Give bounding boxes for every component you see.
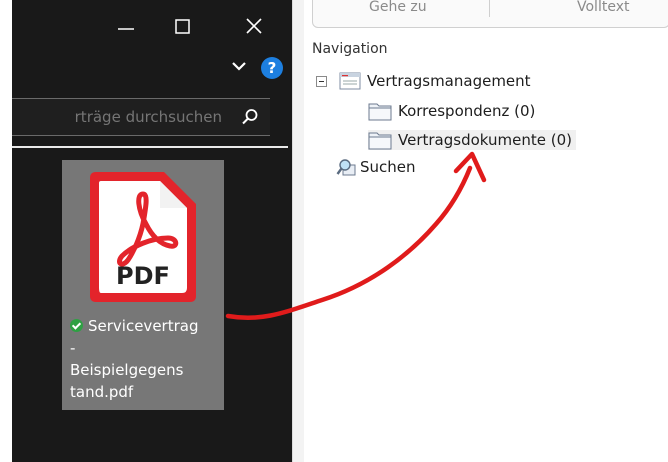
minimize-button[interactable]	[112, 10, 142, 40]
tree-item-label: Vertragsdokumente (0)	[398, 131, 572, 149]
tree-item-label: Vertragsmanagement	[367, 72, 531, 90]
minimize-icon	[118, 28, 134, 30]
file-item-selected[interactable]: PDF Servicevertrag - Beispielgegens tand…	[62, 160, 224, 410]
tab-divider	[489, 0, 490, 17]
tree-item-vertragsmanagement[interactable]: Vertragsmanagement	[316, 72, 531, 90]
maximize-icon	[175, 19, 190, 34]
search-folder-icon	[336, 159, 356, 176]
window-gap	[0, 0, 12, 462]
top-tab-bar: Gehe zu Volltext	[312, 0, 668, 28]
tree-item-korrespondenz[interactable]: Korrespondenz (0)	[368, 101, 535, 121]
tab-volltext[interactable]: Volltext	[577, 0, 629, 15]
tab-gehe-zu[interactable]: Gehe zu	[369, 0, 427, 15]
search-icon[interactable]	[241, 108, 259, 126]
search-box[interactable]	[12, 98, 270, 136]
collapse-toggle-icon[interactable]	[316, 75, 327, 87]
tree-item-vertragsdokumente[interactable]: Vertragsdokumente (0)	[368, 130, 576, 150]
close-button[interactable]	[240, 10, 270, 40]
folder-icon	[368, 103, 392, 121]
file-explorer-window: ? PDF Servicevertrag - Beispielgegens ta…	[0, 0, 292, 462]
file-name-line-1: Servicevertrag	[88, 317, 199, 335]
pane-splitter[interactable]	[292, 0, 304, 462]
file-name-line-4: tand.pdf	[70, 383, 134, 401]
tree-item-label: Suchen	[360, 158, 416, 176]
file-name-line-2: -	[70, 339, 76, 357]
file-type-label: PDF	[116, 262, 170, 290]
file-name: Servicevertrag - Beispielgegens tand.pdf	[70, 315, 220, 403]
help-button[interactable]: ?	[261, 57, 283, 79]
pdf-file-icon: PDF	[90, 172, 196, 302]
repository-icon	[339, 72, 361, 90]
navigation-panel: Gehe zu Volltext Navigation Vertragsmana…	[304, 0, 668, 462]
close-icon	[246, 18, 262, 34]
chevron-down-icon	[232, 62, 246, 71]
sync-status-icon	[70, 319, 83, 332]
tree-item-suchen[interactable]: Suchen	[336, 157, 416, 177]
folder-icon	[368, 132, 392, 150]
tree-item-label: Korrespondenz (0)	[398, 102, 536, 120]
file-name-line-3: Beispielgegens	[70, 361, 184, 379]
maximize-button[interactable]	[170, 10, 200, 40]
navigation-title: Navigation	[312, 41, 388, 57]
search-input[interactable]	[12, 99, 228, 135]
expand-ribbon-button[interactable]	[229, 56, 249, 76]
search-divider	[12, 146, 288, 148]
